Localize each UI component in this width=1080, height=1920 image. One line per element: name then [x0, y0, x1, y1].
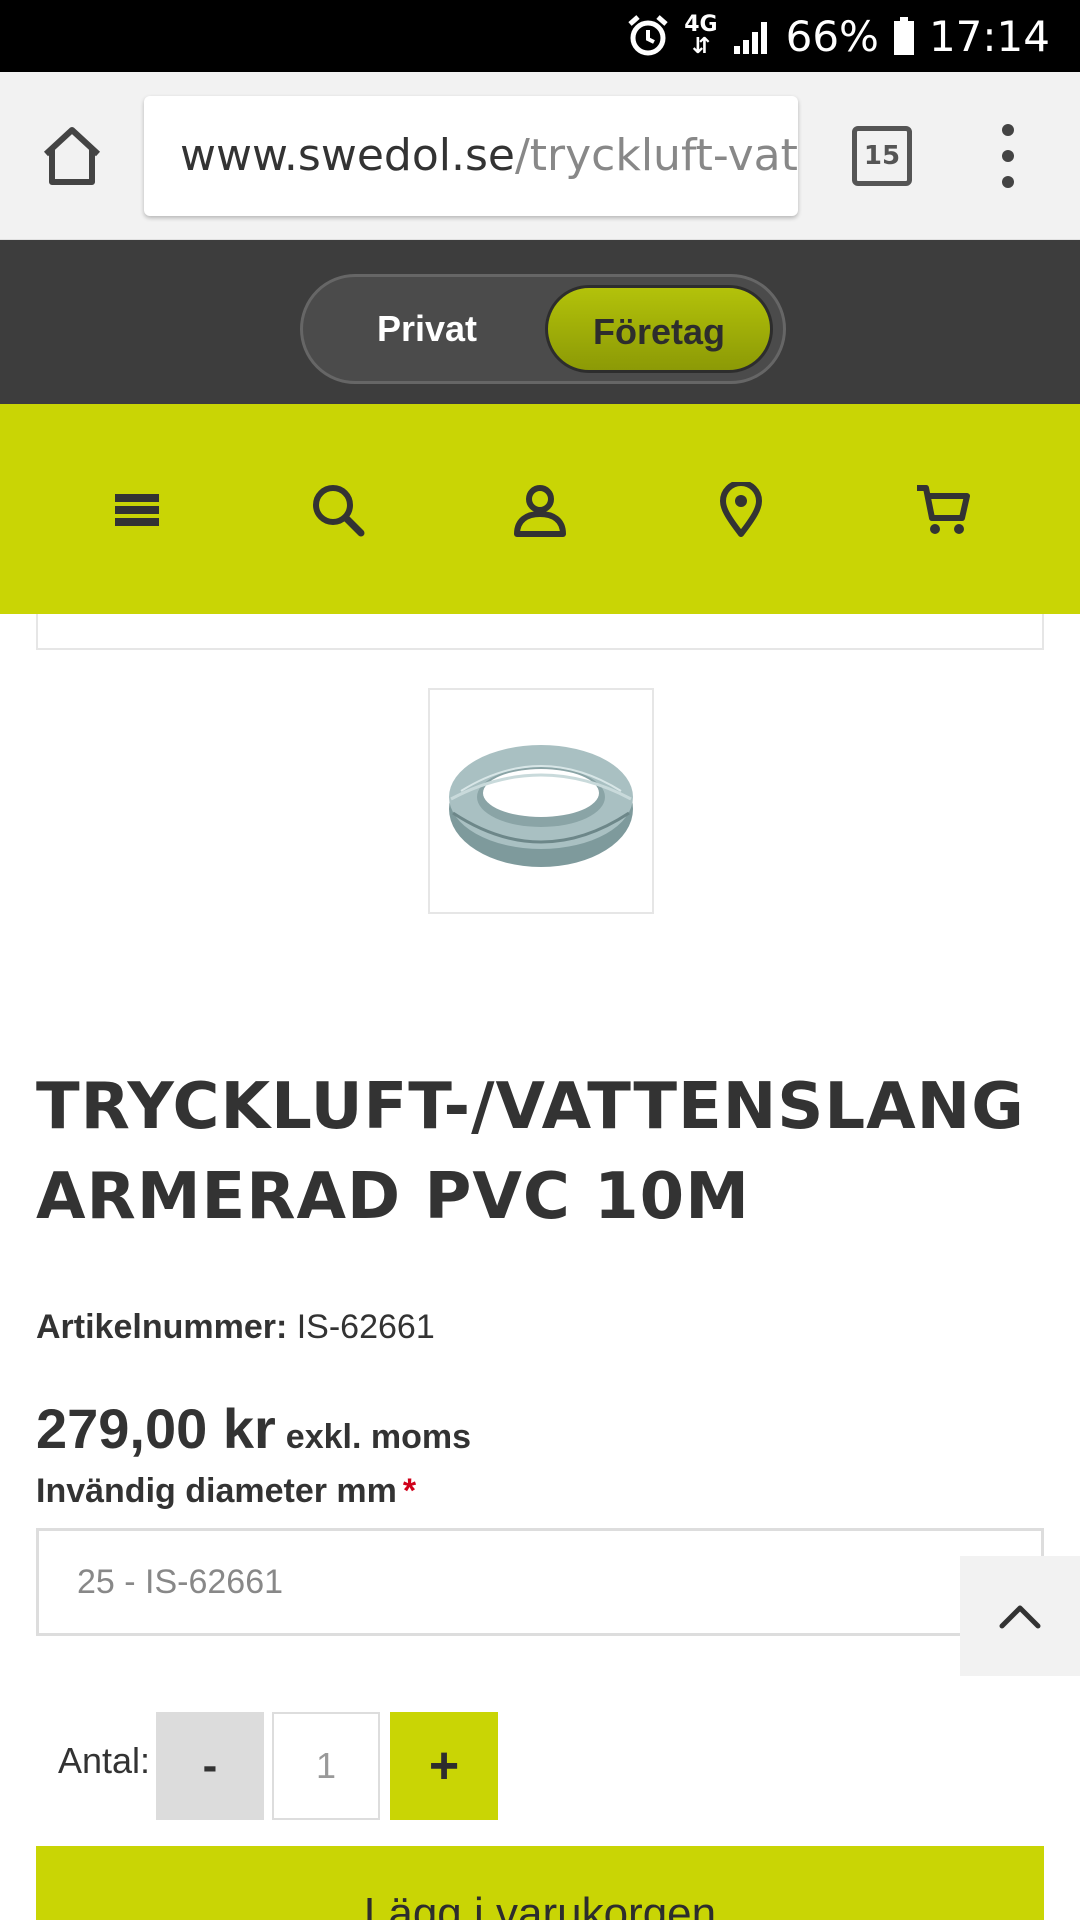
hose-coil-image — [449, 745, 633, 867]
price-vat-note: exkl. moms — [285, 1418, 471, 1456]
diameter-label-text: Invändig diameter mm — [36, 1472, 397, 1510]
quantity-decrease-button[interactable]: - — [156, 1712, 264, 1820]
product-thumbnail[interactable] — [428, 688, 654, 914]
alarm-icon — [626, 14, 670, 58]
customer-type-bar: Privat Företag — [0, 240, 1080, 404]
location-icon[interactable] — [703, 472, 779, 548]
diameter-select[interactable]: 25 - IS-62661 — [36, 1528, 1044, 1636]
product-title: TRYCKLUFT-/VATTENSLANG ARMERAD PVC 10M — [36, 1070, 1025, 1234]
status-bar: 4G ⇵ 66% 17:14 — [0, 0, 1080, 72]
tab-switcher-button[interactable]: 15 — [852, 126, 912, 186]
price: 279,00 kr exkl. moms — [36, 1396, 471, 1461]
required-mark: * — [402, 1472, 417, 1510]
clock: 17:14 — [928, 11, 1050, 61]
battery-percent: 66% — [785, 11, 879, 61]
quantity-label: Antal: — [58, 1740, 151, 1781]
add-to-cart-label: Lägg i varukorgen — [363, 1889, 717, 1920]
image-gallery-frame — [36, 614, 1044, 650]
quantity-input[interactable]: 1 — [272, 1712, 380, 1820]
cart-icon[interactable] — [905, 472, 981, 548]
diameter-label: Invändig diameter mm * — [36, 1472, 416, 1511]
network-type-label: 4G — [684, 12, 718, 37]
article-number-value: IS-62661 — [296, 1308, 435, 1346]
browser-toolbar: www.swedol.se/tryckluft-vattenslang 15 — [0, 72, 1080, 240]
price-value: 279,00 kr — [36, 1397, 276, 1460]
status-icons: 4G ⇵ 66% 17:14 — [626, 0, 1050, 72]
menu-icon[interactable] — [99, 472, 175, 548]
url-bar[interactable]: www.swedol.se/tryckluft-vattenslang — [144, 96, 798, 216]
user-icon[interactable] — [502, 472, 578, 548]
article-number-label: Artikelnummer: — [36, 1308, 288, 1346]
data-arrows-icon: ⇵ — [691, 34, 711, 59]
search-icon[interactable] — [300, 472, 376, 548]
customer-type-toggle: Privat Företag — [300, 274, 786, 384]
article-number: Artikelnummer: IS-62661 — [36, 1308, 435, 1347]
signal-icon — [732, 16, 772, 56]
scroll-to-top-button[interactable] — [960, 1556, 1080, 1676]
site-nav — [0, 404, 1080, 614]
chevron-up-icon — [999, 1605, 1041, 1629]
more-menu-icon[interactable] — [990, 116, 1026, 196]
url-host: www.swedol.se — [180, 130, 515, 181]
toggle-privat[interactable]: Privat — [327, 277, 527, 381]
toggle-foretag[interactable]: Företag — [545, 285, 773, 373]
quantity-increase-button[interactable]: + — [390, 1712, 498, 1820]
add-to-cart-button[interactable]: Lägg i varukorgen — [36, 1846, 1044, 1920]
battery-icon — [893, 16, 915, 56]
network-type-icon: 4G ⇵ — [684, 14, 717, 58]
url-path: /tryckluft-vattenslang — [514, 130, 798, 181]
home-icon[interactable] — [38, 122, 106, 190]
